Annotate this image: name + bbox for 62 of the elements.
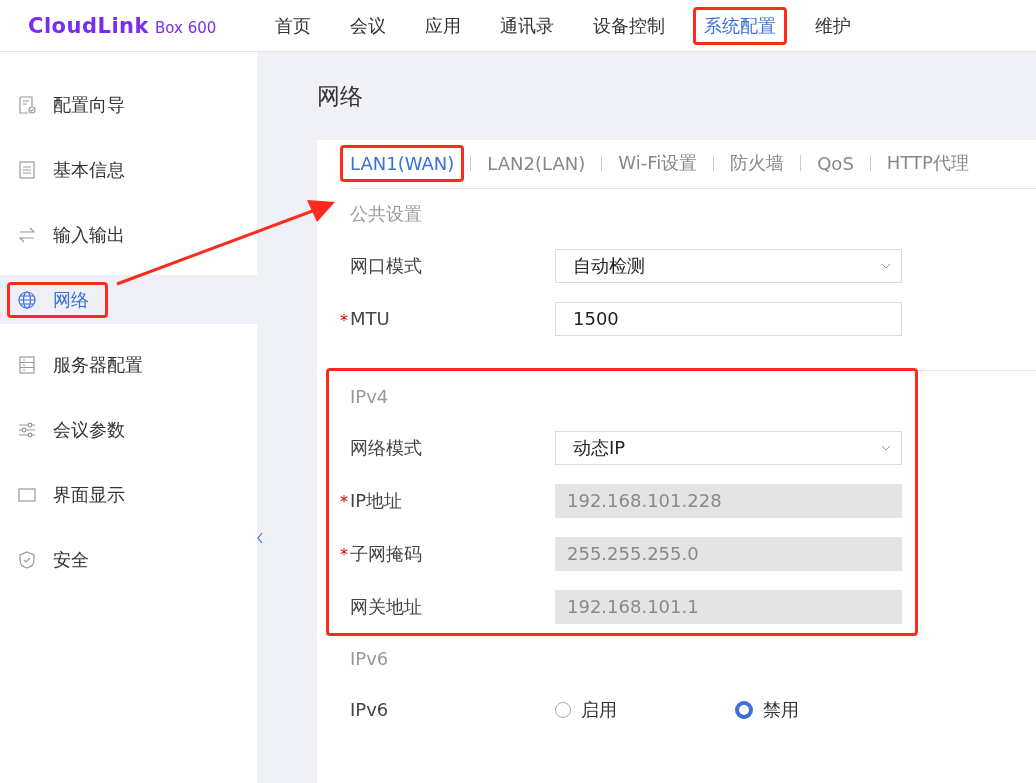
nav-tab[interactable]: 首页	[264, 6, 322, 45]
dropdown[interactable]: 自动检测	[555, 248, 902, 283]
section-title: IPv4	[350, 384, 390, 409]
sidebar-item[interactable]: 服务器配置	[0, 340, 257, 389]
sidebar-label: 网络	[53, 287, 89, 312]
field-label: IPv6	[350, 699, 389, 720]
sidebar-item[interactable]: 基本信息	[0, 145, 257, 194]
globe-icon	[17, 289, 37, 310]
page-title: 网络	[317, 81, 364, 111]
sidebar-item[interactable]: 输入输出	[0, 210, 257, 259]
tab[interactable]: LAN2(LAN)	[477, 144, 596, 182]
chevron-down-icon	[881, 444, 891, 451]
sidebar-label: 输入输出	[53, 222, 125, 247]
sidebar-item[interactable]: 安全	[0, 535, 257, 584]
sidebar-label: 安全	[53, 547, 89, 572]
sidebar-label: 会议参数	[53, 417, 125, 442]
shield-check-icon	[17, 549, 37, 570]
tab[interactable]: 防火墙	[720, 143, 795, 183]
nav-tab[interactable]: 会议	[339, 6, 397, 45]
nav-tab[interactable]: 设备控制	[582, 6, 676, 45]
radio-label: 禁用	[763, 697, 799, 722]
sidebar-item[interactable]: 网络	[0, 275, 257, 324]
field-label: IP地址	[350, 489, 403, 511]
tab[interactable]: QoS	[807, 144, 864, 182]
section-title: 公共设置	[350, 202, 423, 226]
radio-label: 启用	[581, 697, 617, 722]
chevron-down-icon	[881, 262, 891, 269]
tab[interactable]: LAN1(WAN)	[340, 144, 465, 182]
radio-option[interactable]: 启用	[555, 697, 735, 722]
sidebar-label: 基本信息	[53, 157, 125, 182]
model-name: Box 600	[155, 18, 217, 37]
input-field[interactable]: 1500	[555, 301, 902, 336]
required-mark: *	[340, 311, 348, 330]
document-icon	[17, 159, 37, 180]
nav-tab[interactable]: 通讯录	[489, 6, 565, 45]
tab[interactable]: HTTP代理	[876, 143, 979, 183]
document-check-icon	[17, 94, 37, 115]
sidebar-item[interactable]: 界面显示	[0, 470, 257, 519]
sidebar-item[interactable]: 会议参数	[0, 405, 257, 454]
sidebar-label: 配置向导	[53, 92, 125, 117]
collapse-chevron-icon[interactable]	[257, 532, 263, 544]
sidebar-label: 服务器配置	[53, 352, 143, 377]
field-label: MTU	[350, 308, 390, 329]
sidebar-label: 界面显示	[53, 482, 125, 507]
required-mark: *	[340, 491, 348, 511]
radio-button[interactable]	[735, 700, 753, 719]
radio-button[interactable]	[555, 701, 571, 718]
section-title: IPv6	[350, 646, 390, 671]
field-label: 网络模式	[350, 436, 422, 458]
sidebar-item[interactable]: 配置向导	[0, 80, 257, 129]
dropdown[interactable]: 动态IP	[555, 430, 902, 465]
nav-tab[interactable]: 系统配置	[693, 6, 787, 45]
field-label: 子网掩码	[350, 542, 422, 564]
tab[interactable]: Wi-Fi设置	[608, 143, 708, 183]
radio-option[interactable]: 禁用	[735, 697, 915, 722]
brand-logo: CloudLink	[28, 13, 149, 38]
field-label: 网关地址	[350, 595, 422, 617]
field-label: 网口模式	[350, 254, 422, 276]
server-icon	[17, 354, 37, 375]
required-mark: *	[340, 544, 348, 564]
nav-tab[interactable]: 维护	[804, 6, 862, 45]
nav-tab[interactable]: 应用	[414, 6, 472, 45]
